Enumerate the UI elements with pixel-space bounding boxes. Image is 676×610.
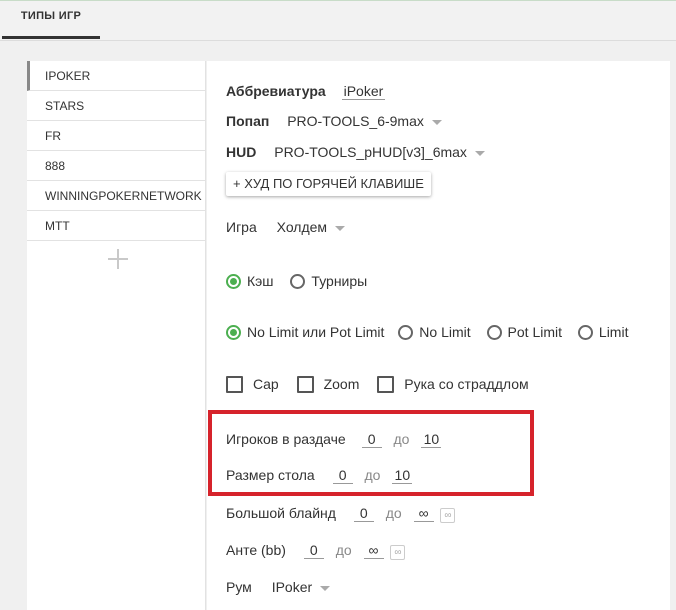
abbrev-input[interactable]: iPoker <box>341 83 386 100</box>
hud-label: HUD <box>226 144 257 160</box>
infinity-toggle-icon[interactable]: ∞ <box>390 545 406 560</box>
radio-no-limit[interactable] <box>398 325 414 340</box>
content-area: IPOKER STARS FR 888 WINNINGPOKERNETWORK … <box>0 41 676 610</box>
tab-bar: ТИПЫ ИГР <box>0 1 676 41</box>
game-row: Игра Холдем <box>226 219 346 235</box>
checkbox-straddle[interactable] <box>377 376 395 393</box>
radio-tournaments-label: Турниры <box>311 273 368 289</box>
game-value: Холдем <box>276 219 328 235</box>
radio-tournaments[interactable] <box>290 274 306 289</box>
limit-row: No Limit или Pot Limit No Limit Pot Limi… <box>226 324 628 340</box>
checkbox-cap[interactable] <box>226 376 243 393</box>
hotkey-row: + ХУД ПО ГОРЯЧЕЙ КЛАВИШЕ <box>226 172 431 196</box>
abbrev-row: Аббревиатура iPoker <box>226 83 386 100</box>
list-item-mtt[interactable]: MTT <box>27 211 205 241</box>
radio-limit-label: Limit <box>598 324 629 340</box>
big-blind-label: Большой блайнд <box>226 505 336 521</box>
game-type-form: Аббревиатура iPoker Попап PRO-TOOLS_6-9m… <box>207 61 670 610</box>
game-type-list: IPOKER STARS FR 888 WINNINGPOKERNETWORK … <box>27 61 206 610</box>
checkbox-cap-label: Cap <box>253 376 279 392</box>
ante-to-input[interactable]: ∞ <box>363 542 384 559</box>
popup-label: Попап <box>226 113 270 129</box>
radio-nl-or-pl-label: No Limit или Pot Limit <box>247 324 385 340</box>
radio-pot-limit-label: Pot Limit <box>507 324 563 340</box>
room-row: Рум IPoker <box>226 579 331 595</box>
radio-limit[interactable] <box>577 325 593 340</box>
settings-panel: ТИПЫ ИГР IPOKER STARS FR 888 WINNINGPOKE… <box>0 0 676 610</box>
chevron-down-icon <box>335 225 346 231</box>
abbrev-label: Аббревиатура <box>226 83 326 99</box>
ante-label: Анте (bb) <box>226 542 286 558</box>
ante-to-label: до <box>335 542 352 558</box>
list-item-winningpokernetwork[interactable]: WINNINGPOKERNETWORK <box>27 181 205 211</box>
add-game-type-icon[interactable] <box>107 248 129 270</box>
hud-hotkey-button[interactable]: + ХУД ПО ГОРЯЧЕЙ КЛАВИШЕ <box>226 172 431 196</box>
highlight-annotation-box <box>208 410 534 496</box>
list-item-888[interactable]: 888 <box>27 151 205 181</box>
radio-cash[interactable] <box>226 274 241 289</box>
big-blind-from-input[interactable]: 0 <box>353 505 374 522</box>
room-dropdown[interactable]: IPoker <box>271 579 331 595</box>
chevron-down-icon <box>474 150 485 156</box>
room-value: IPoker <box>271 579 313 595</box>
list-item-ipoker[interactable]: IPOKER <box>27 61 205 91</box>
infinity-toggle-icon[interactable]: ∞ <box>440 508 456 523</box>
popup-value: PRO-TOOLS_6-9max <box>287 113 424 129</box>
chevron-down-icon <box>320 585 331 591</box>
tab-label: ТИПЫ ИГР <box>20 9 82 22</box>
big-blind-row: Большой блайнд 0 до ∞ ∞ <box>226 505 456 523</box>
popup-row: Попап PRO-TOOLS_6-9max <box>226 113 442 129</box>
popup-dropdown[interactable]: PRO-TOOLS_6-9max <box>287 113 442 129</box>
list-item-stars[interactable]: STARS <box>27 91 205 121</box>
hud-value: PRO-TOOLS_pHUD[v3]_6max <box>274 144 467 160</box>
radio-pot-limit[interactable] <box>486 325 502 340</box>
radio-nl-or-pl[interactable] <box>226 325 241 340</box>
big-blind-to-label: до <box>385 505 402 521</box>
game-dropdown[interactable]: Холдем <box>276 219 346 235</box>
ante-row: Анте (bb) 0 до ∞ ∞ <box>226 542 406 560</box>
hud-row: HUD PRO-TOOLS_pHUD[v3]_6max <box>226 144 485 160</box>
checkbox-straddle-label: Рука со страддлом <box>404 376 529 392</box>
game-label: Игра <box>226 219 257 235</box>
radio-cash-label: Кэш <box>247 273 274 289</box>
tab-game-types[interactable]: ТИПЫ ИГР <box>2 1 100 39</box>
chevron-down-icon <box>431 119 442 125</box>
big-blind-to-input[interactable]: ∞ <box>413 505 434 522</box>
list-item-fr[interactable]: FR <box>27 121 205 151</box>
checkbox-zoom-label: Zoom <box>323 376 360 392</box>
ante-from-input[interactable]: 0 <box>303 542 324 559</box>
room-label: Рум <box>226 579 252 595</box>
radio-no-limit-label: No Limit <box>419 324 471 340</box>
mode-row: Кэш Турниры <box>226 273 367 289</box>
checkbox-zoom[interactable] <box>296 376 314 393</box>
hud-dropdown[interactable]: PRO-TOOLS_pHUD[v3]_6max <box>274 144 485 160</box>
checkbox-row: Cap Zoom Рука со страддлом <box>226 376 529 393</box>
